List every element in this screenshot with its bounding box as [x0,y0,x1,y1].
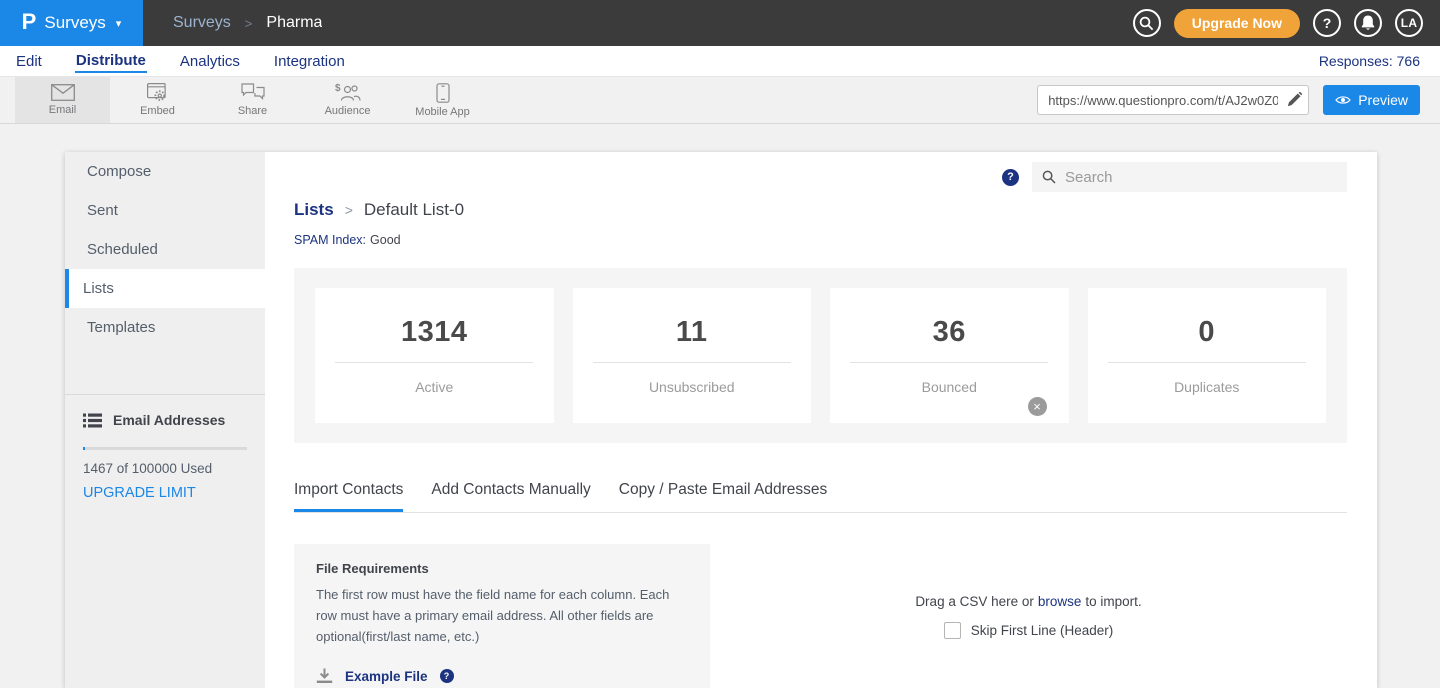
breadcrumb: Surveys > Pharma [173,14,322,32]
spam-index: SPAM Index: Good [294,233,1347,247]
survey-url-input[interactable] [1037,85,1309,115]
remove-bounced-icon[interactable]: × [1028,397,1047,416]
questionpro-logo-icon: P [22,9,37,35]
lists-page-card: Compose Sent Scheduled Lists Templates E… [65,152,1377,688]
notifications-button[interactable] [1354,9,1382,37]
toolbar-item-mobile-app[interactable]: Mobile App [395,77,490,123]
upgrade-limit-link[interactable]: UPGRADE LIMIT [83,485,196,501]
toolbar-item-share[interactable]: Share [205,77,300,123]
upgrade-now-button[interactable]: Upgrade Now [1174,9,1300,38]
dropzone-text: Drag a CSV here or browse to import. [915,594,1141,609]
email-usage-text: 1467 of 100000 Used [83,461,247,476]
breadcrumb-surveys-link[interactable]: Surveys [173,14,231,32]
tab-copy-paste-email-addresses[interactable]: Copy / Paste Email Addresses [619,481,828,512]
preview-button[interactable]: Preview [1323,85,1420,115]
stat-card-duplicates: 0 Duplicates [1088,288,1327,423]
email-addresses-block: Email Addresses 1467 of 100000 Used UPGR… [65,395,265,502]
survey-url-field-wrap [1037,85,1309,115]
skip-first-line-label: Skip First Line (Header) [971,623,1114,638]
share-icon [241,83,265,102]
distribute-sidebar: Compose Sent Scheduled Lists Templates E… [65,152,265,688]
skip-first-line-checkbox[interactable] [944,622,961,639]
list-detail-main: ? Lists > Default List-0 SPAM Index: Goo… [265,152,1377,688]
download-icon[interactable] [316,668,333,684]
tab-distribute[interactable]: Distribute [75,49,147,73]
user-avatar[interactable]: LA [1395,9,1423,37]
envelope-icon [51,84,75,101]
search-button[interactable] [1133,9,1161,37]
magnifier-icon [1042,170,1056,184]
sidebar-item-templates[interactable]: Templates [65,308,265,347]
mobile-icon [436,83,450,103]
responses-count[interactable]: Responses: 766 [1319,53,1420,69]
email-addresses-title: Email Addresses [113,412,225,428]
spam-index-value: Good [370,233,401,247]
email-usage-progressbar [83,447,247,450]
list-lines-icon [83,413,102,428]
search-icon [1139,16,1154,31]
embed-icon [147,83,168,102]
bell-icon [1361,15,1375,31]
lists-link[interactable]: Lists [294,200,334,220]
example-file-link[interactable]: Example File [345,669,428,684]
question-icon: ? [1323,15,1332,31]
csv-dropzone[interactable]: Drag a CSV here or browse to import. Ski… [710,544,1347,688]
file-requirements-box: File Requirements The first row must hav… [294,544,710,688]
sidebar-item-compose[interactable]: Compose [65,152,265,191]
eye-icon [1335,95,1351,105]
top-bar: P Surveys ▾ Surveys > Pharma Upgrade Now… [0,0,1440,46]
list-stats-panel: 1314 Active 11 Unsubscribed 36 Bounced ×… [294,268,1347,443]
survey-tab-bar: Edit Distribute Analytics Integration Re… [0,46,1440,76]
breadcrumb-separator: > [245,16,253,31]
tab-analytics[interactable]: Analytics [179,50,241,72]
search-input[interactable] [1065,169,1337,186]
toolbar-item-embed[interactable]: Embed [110,77,205,123]
stat-card-unsubscribed: 11 Unsubscribed [573,288,812,423]
stat-card-bounced: 36 Bounced × [830,288,1069,423]
tab-edit[interactable]: Edit [15,50,43,72]
file-requirements-body: The first row must have the field name f… [316,585,692,647]
list-breadcrumb: Lists > Default List-0 [294,200,1347,220]
sidebar-item-scheduled[interactable]: Scheduled [65,230,265,269]
audience-icon: $ [335,83,361,102]
search-help-icon[interactable]: ? [1002,169,1019,186]
stat-card-active: 1314 Active [315,288,554,423]
email-usage-progress-fill [83,447,85,450]
distribute-toolbar: Email Embed Share $ [0,76,1440,124]
toolbar-item-audience[interactable]: $ Audience [300,77,395,123]
breadcrumb-survey-name: Pharma [266,14,322,32]
edit-url-pencil-icon[interactable] [1287,92,1302,107]
spam-index-label: SPAM Index: [294,233,366,247]
tab-integration[interactable]: Integration [273,50,346,72]
contacts-search-box [1032,162,1347,192]
current-list-name: Default List-0 [364,200,464,220]
import-tabs: Import Contacts Add Contacts Manually Co… [294,481,1347,513]
tab-add-contacts-manually[interactable]: Add Contacts Manually [431,481,590,512]
sidebar-item-lists[interactable]: Lists [65,269,265,308]
help-button[interactable]: ? [1313,9,1341,37]
example-file-help-icon[interactable]: ? [440,669,454,683]
chevron-down-icon: ▾ [116,17,122,30]
tab-import-contacts[interactable]: Import Contacts [294,481,403,512]
breadcrumb-separator: > [345,202,353,218]
product-name: Surveys [44,13,105,33]
header-actions: Upgrade Now ? LA [1133,9,1440,38]
svg-text:$: $ [335,83,341,94]
browse-link[interactable]: browse [1038,594,1082,609]
sidebar-item-sent[interactable]: Sent [65,191,265,230]
toolbar-item-email[interactable]: Email [15,77,110,123]
product-switcher[interactable]: P Surveys ▾ [0,0,143,46]
file-requirements-title: File Requirements [316,561,692,576]
